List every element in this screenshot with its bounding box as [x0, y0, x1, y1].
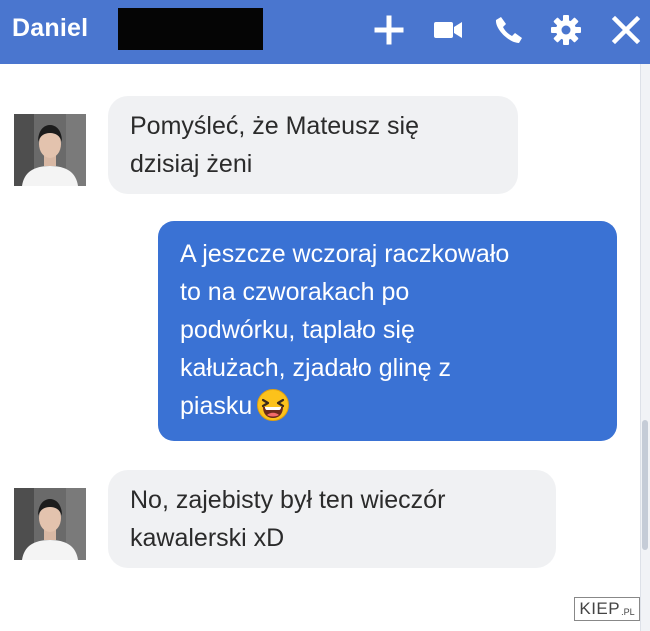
phone-icon[interactable] [492, 14, 524, 46]
chat-header: Daniel [0, 0, 650, 64]
message-text-line: dzisiaj żeni [130, 150, 253, 178]
close-icon[interactable] [610, 14, 642, 46]
laughing-emoji-icon [256, 388, 290, 422]
avatar[interactable] [14, 114, 86, 186]
incoming-message-bubble[interactable]: No, zajebisty był ten wieczór kawalerski… [108, 470, 556, 568]
message-text-line: Pomyśleć, że Mateusz się [130, 112, 419, 140]
video-camera-icon[interactable] [432, 14, 464, 46]
avatar[interactable] [14, 488, 86, 560]
message-text-line: podwórku, taplało się [180, 316, 415, 344]
message-text-line: kałużach, zjadało glinę z [180, 354, 451, 382]
incoming-message-bubble[interactable]: Pomyśleć, że Mateusz się dzisiaj żeni [108, 96, 518, 194]
plus-icon[interactable] [373, 14, 405, 46]
message-text-line: No, zajebisty był ten wieczór [130, 486, 446, 514]
watermark-domain-text: .PL [621, 607, 635, 617]
message-text-line: kawalerski xD [130, 524, 285, 552]
message-text-line: to na czworakach po [180, 278, 410, 306]
watermark-logo: KIEP .PL [574, 597, 640, 621]
message-text-line: A jeszcze wczoraj raczkowało [180, 240, 510, 268]
gear-icon[interactable] [550, 14, 582, 46]
scrollbar-thumb[interactable] [642, 420, 648, 550]
redacted-surname [118, 8, 263, 50]
contact-name[interactable]: Daniel [12, 14, 88, 43]
watermark-main-text: KIEP [579, 599, 621, 618]
message-text-line: piasku [180, 392, 253, 420]
outgoing-message-bubble[interactable]: A jeszcze wczoraj raczkowało to na czwor… [158, 221, 617, 441]
